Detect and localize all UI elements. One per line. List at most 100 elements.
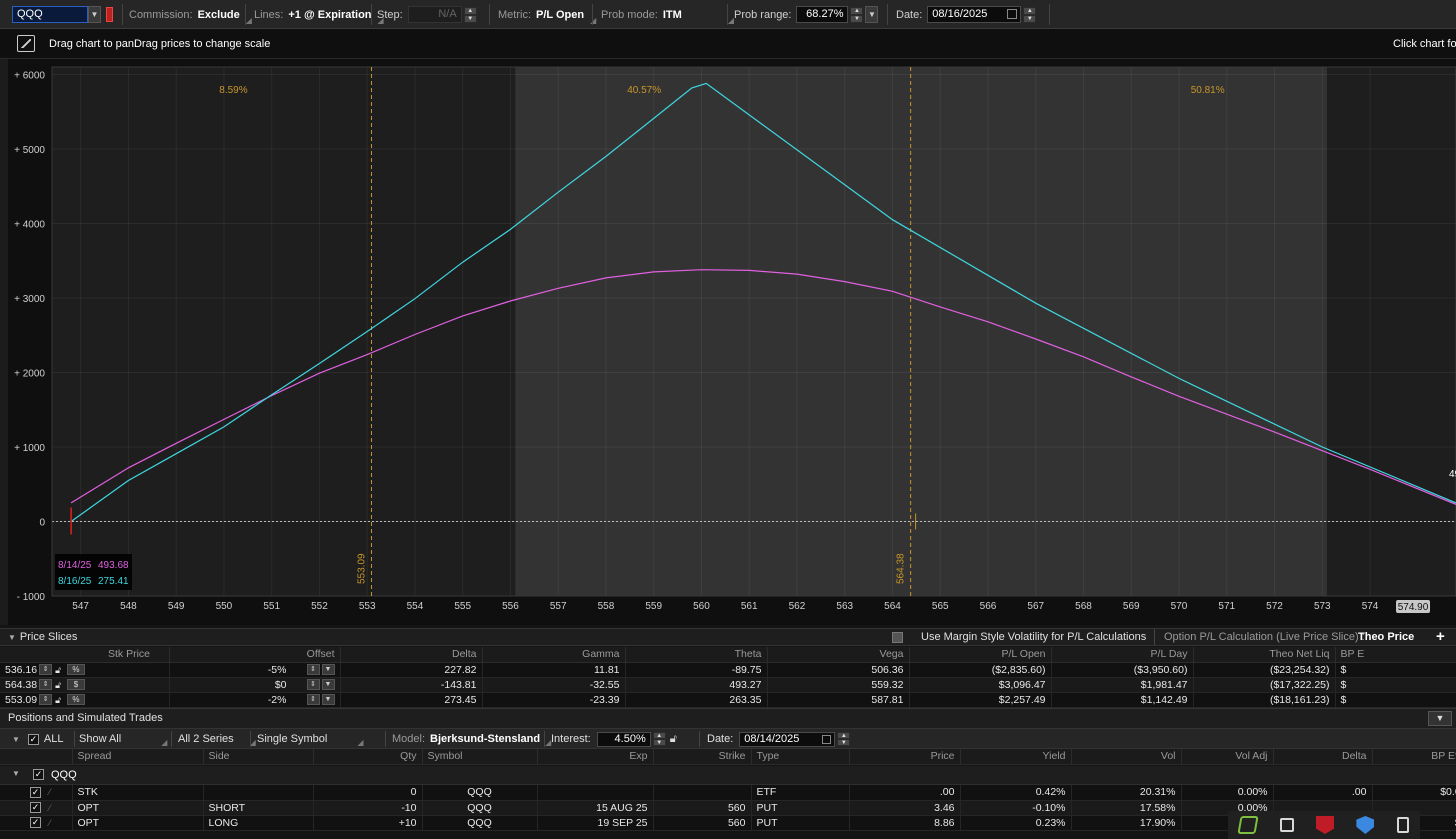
- link-color-icon[interactable]: [106, 7, 113, 22]
- series-filter[interactable]: All 2 Series ◢: [178, 731, 256, 747]
- position-qty[interactable]: 0: [313, 785, 423, 801]
- date-spinner[interactable]: ▲ ▼: [1023, 6, 1037, 23]
- graph-toggle-icon[interactable]: ⁄: [49, 803, 51, 813]
- position-symbol: QQQ: [422, 815, 538, 831]
- legend-readout: 275.41: [98, 576, 129, 587]
- position-group-row[interactable]: ▼ ✓ QQQ: [0, 766, 1456, 785]
- x-tick-label: 573: [1314, 601, 1331, 612]
- symbol-dropdown-icon[interactable]: ▼: [88, 6, 101, 23]
- slice-gamma: 11.81: [482, 662, 626, 678]
- window-tray-icon[interactable]: [1279, 818, 1294, 832]
- antivirus-shield-icon[interactable]: [1315, 816, 1334, 834]
- positions-date-spinner[interactable]: ▲ ▼: [837, 732, 851, 746]
- symbol-filter[interactable]: Single Symbol ◢: [257, 731, 363, 747]
- offset-unit-selector[interactable]: $: [66, 679, 85, 691]
- risk-profile-svg[interactable]: 553.09 564.38 8.59% 40.57% 50.81% + 6000 + 500…: [0, 59, 1456, 625]
- x-tick-label: 554: [407, 601, 424, 612]
- position-price[interactable]: .00: [849, 785, 961, 801]
- graph-toggle-icon[interactable]: ⁄: [49, 818, 51, 828]
- step-control[interactable]: Step: N/A ▲ ▼: [377, 4, 477, 25]
- symbol-input[interactable]: QQQ: [12, 6, 88, 23]
- step-spinner[interactable]: ▲ ▼: [463, 6, 477, 23]
- position-row[interactable]: ✓⁄STK0QQQETF.000.42%20.31%0.00%.00$0.00: [0, 785, 1456, 801]
- add-slice-icon[interactable]: +: [1436, 628, 1445, 645]
- position-vol[interactable]: 20.31%: [1071, 785, 1182, 801]
- margin-volatility-checkbox[interactable]: [892, 631, 903, 643]
- calendar-icon[interactable]: [1007, 9, 1018, 19]
- symbol-selector[interactable]: QQQ ▼: [12, 4, 113, 25]
- position-vol[interactable]: 17.90%: [1071, 815, 1182, 831]
- show-all-filter[interactable]: Show All ◢: [79, 731, 167, 747]
- position-exp: 15 AUG 25: [537, 800, 654, 816]
- step-input[interactable]: N/A: [407, 6, 462, 23]
- x-tick-label: 547: [72, 601, 89, 612]
- y-tick-label: 0: [39, 517, 45, 528]
- position-price[interactable]: 3.46: [849, 800, 961, 816]
- usb-device-icon[interactable]: [1396, 817, 1409, 833]
- price-spinner[interactable]: ⇕: [39, 664, 53, 676]
- lock-icon[interactable]: 🔓︎: [670, 733, 677, 746]
- position-spread: OPT: [72, 815, 204, 831]
- collapse-icon[interactable]: ▼: [8, 633, 16, 642]
- positions-table-header: Spread Side Qty Symbol Exp Strike Type P…: [0, 749, 1456, 765]
- interest-spinner[interactable]: ▲ ▼: [652, 732, 666, 746]
- select-all-checkbox[interactable]: ✓: [27, 733, 39, 745]
- probrange-dropdown-icon[interactable]: ▼: [865, 6, 879, 23]
- positions-menu-icon[interactable]: ▼: [1428, 711, 1452, 726]
- position-checkbox[interactable]: ✓: [30, 817, 41, 829]
- probrange-spinner[interactable]: ▲ ▼: [850, 6, 864, 23]
- offset-spinner[interactable]: ⇕: [306, 679, 320, 691]
- date-input[interactable]: 08/16/2025: [927, 6, 1022, 23]
- price-spinner[interactable]: ⇕: [39, 679, 53, 691]
- position-side: LONG: [203, 815, 314, 831]
- offset-dropdown-icon[interactable]: ▼: [321, 679, 335, 691]
- chevron-down-icon: ◢: [245, 16, 252, 25]
- probrange-input[interactable]: 68.27%: [796, 6, 849, 23]
- offset-dropdown-icon[interactable]: ▼: [321, 694, 335, 706]
- collapse-icon[interactable]: ▼: [12, 735, 20, 744]
- app-tray-icon[interactable]: [1237, 816, 1259, 834]
- lock-icon[interactable]: 🔓︎: [55, 695, 61, 705]
- offset-spinner[interactable]: ⇕: [306, 694, 320, 706]
- calendar-icon[interactable]: [822, 734, 832, 744]
- price-slice-row[interactable]: 536.16 ⇕ 🔓︎% -5% ⇕ ▼ 227.82 11.81 -89.75 506.36 ($…: [0, 662, 1456, 678]
- analysis-toolbar: QQQ ▼ Commission: Exclude ◢ Lines: +1 @ …: [0, 0, 1456, 29]
- positions-date-input[interactable]: 08/14/2025: [739, 731, 836, 747]
- commission-control[interactable]: Commission: Exclude ◢: [129, 4, 252, 26]
- security-warning-icon[interactable]: [1356, 816, 1375, 834]
- chart-image-icon[interactable]: [17, 35, 35, 52]
- metric-control[interactable]: Metric: P/L Open ◢: [498, 4, 596, 26]
- lines-control[interactable]: Lines: +1 @ Expiration ◢: [254, 4, 384, 26]
- offset-dropdown-icon[interactable]: ▼: [321, 664, 335, 676]
- position-qty[interactable]: +10: [313, 815, 423, 831]
- offset-unit-selector[interactable]: %: [66, 694, 85, 706]
- lock-icon[interactable]: 🔓︎: [55, 665, 61, 675]
- interest-input[interactable]: 4.50%: [596, 731, 651, 747]
- graph-toggle-icon[interactable]: ⁄: [49, 787, 51, 797]
- price-spinner[interactable]: ⇕: [39, 694, 53, 706]
- position-vol[interactable]: 17.58%: [1071, 800, 1182, 816]
- price-slice-row[interactable]: 553.09 ⇕ 🔓︎% -2% ⇕ ▼ 273.45 -23.39 263.35 587.81 $…: [0, 692, 1456, 708]
- collapse-icon[interactable]: ▼: [12, 769, 20, 778]
- position-price[interactable]: 8.86: [849, 815, 961, 831]
- model-selector[interactable]: Model: Bjerksund-Stensland ◢: [392, 731, 551, 747]
- position-checkbox[interactable]: ✓: [30, 786, 41, 798]
- risk-profile-chart[interactable]: 553.09 564.38 8.59% 40.57% 50.81% + 6000 + 500…: [0, 59, 1456, 625]
- group-checkbox[interactable]: ✓: [33, 769, 44, 780]
- date-control[interactable]: Date: 08/16/2025 ▲ ▼: [896, 4, 1037, 25]
- probrange-control[interactable]: Prob range: 68.27% ▲ ▼ ▼: [734, 4, 879, 25]
- position-checkbox[interactable]: ✓: [30, 802, 41, 814]
- offset-spinner[interactable]: ⇕: [306, 664, 320, 676]
- slice-bp: $: [1335, 692, 1456, 708]
- slice-bp: $: [1335, 662, 1456, 678]
- probmode-control[interactable]: Prob mode: ITM ◢: [601, 4, 734, 26]
- legend-date: 8/16/25: [58, 576, 92, 587]
- lock-icon[interactable]: 🔓︎: [55, 680, 61, 690]
- y-tick-label: + 1000: [14, 443, 45, 454]
- position-qty[interactable]: -10: [313, 800, 423, 816]
- offset-unit-selector[interactable]: %: [66, 664, 85, 676]
- position-yield: 0.23%: [960, 815, 1072, 831]
- pl-calculation-value[interactable]: Theo Price: [1358, 631, 1414, 643]
- price-slice-row[interactable]: 564.38 ⇕ 🔓︎ $ $0 ⇕ ▼ -143.81 -32.55 493.27 559.32 $…: [0, 677, 1456, 693]
- chevron-down-icon: ◢: [161, 738, 168, 747]
